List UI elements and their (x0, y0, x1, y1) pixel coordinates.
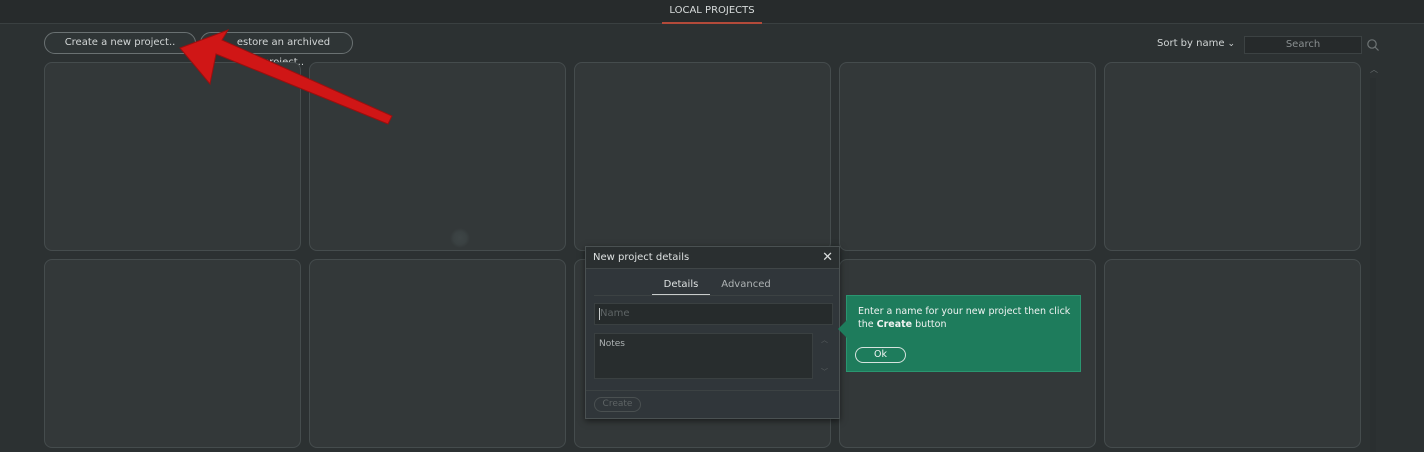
dialog-create-button[interactable]: Create (594, 397, 641, 412)
project-card[interactable] (1104, 259, 1361, 448)
project-card[interactable] (309, 62, 566, 251)
notes-field[interactable]: Notes (594, 333, 813, 379)
project-card[interactable] (574, 62, 831, 251)
scroll-up-icon[interactable]: ︿ (821, 335, 828, 345)
project-card[interactable] (44, 259, 301, 448)
dialog-footer-divider (586, 390, 839, 391)
tooltip-pointer (838, 320, 847, 338)
dialog-title: New project details (586, 247, 839, 269)
tooltip-text-bold: Create (876, 319, 913, 330)
scroll-down-icon[interactable]: ﹀ (821, 367, 828, 377)
create-project-button[interactable]: Create a new project.. (44, 32, 196, 54)
tooltip-ok-button[interactable]: Ok (855, 347, 906, 363)
tooltip-text: Enter a name for your new project then c… (858, 305, 1076, 331)
search-icon[interactable] (1366, 38, 1380, 52)
restore-archive-button[interactable]: estore an archived project.. (200, 32, 353, 68)
sort-label: Sort by name (1157, 38, 1225, 49)
chevron-down-icon: ⌄ (1227, 39, 1236, 49)
dialog-title-text: New project details (593, 252, 690, 263)
top-bar: LOCAL PROJECTS (0, 0, 1424, 24)
name-field[interactable]: Name (594, 303, 833, 325)
project-card[interactable] (44, 62, 301, 251)
tab-advanced[interactable]: Advanced (714, 277, 778, 295)
tab-details[interactable]: Details (652, 277, 710, 295)
project-card[interactable] (309, 259, 566, 448)
search-input[interactable]: Search (1244, 36, 1362, 54)
scrollbar-track[interactable] (1370, 78, 1376, 452)
tabs-divider (594, 295, 833, 296)
tab-local-projects[interactable]: LOCAL PROJECTS (662, 0, 762, 24)
project-card[interactable] (1104, 62, 1361, 251)
close-icon[interactable]: ✕ (822, 250, 833, 266)
scroll-up-icon[interactable]: ︿ (1370, 64, 1378, 75)
loading-spinner-icon (450, 228, 470, 248)
tooltip-text-after: button (912, 319, 947, 330)
help-tooltip: Enter a name for your new project then c… (838, 295, 1081, 372)
sort-dropdown[interactable]: Sort by name ⌄ (1157, 38, 1235, 49)
new-project-dialog: New project details ✕ Details Advanced N… (585, 246, 840, 419)
project-card[interactable] (839, 62, 1096, 251)
